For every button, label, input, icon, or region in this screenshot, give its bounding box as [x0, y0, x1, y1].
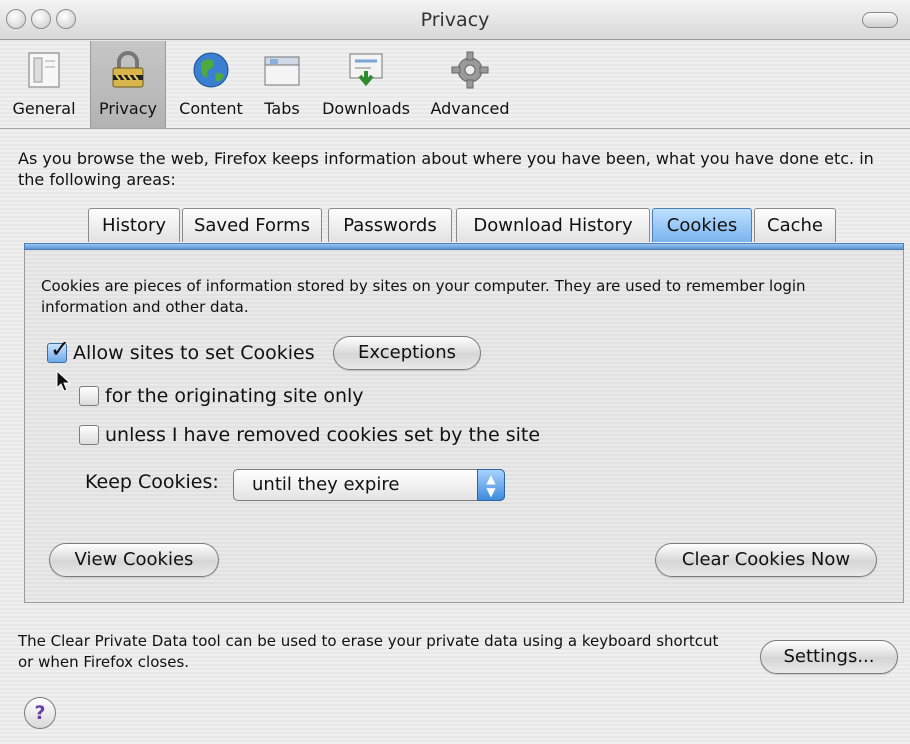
downloads-icon — [349, 53, 383, 87]
toolbar-label-general: General — [12, 99, 76, 118]
toolbar-advanced[interactable]: Advanced — [424, 41, 516, 128]
unless-removed-row: unless I have removed cookies set by the… — [79, 424, 540, 446]
toolbar-label-downloads: Downloads — [322, 99, 410, 118]
toolbar-tabs[interactable]: Tabs — [256, 41, 308, 128]
tab-cookies[interactable]: Cookies — [652, 208, 752, 242]
keep-cookies-value: until they expire — [252, 474, 400, 495]
toolbar-toggle-button[interactable] — [862, 12, 898, 28]
tab-download-history[interactable]: Download History — [456, 208, 650, 242]
window-title: Privacy — [420, 9, 490, 31]
help-button[interactable]: ? — [24, 697, 56, 729]
tab-divider — [24, 243, 904, 250]
originating-site-checkbox[interactable] — [79, 386, 99, 406]
toolbar-label-content: Content — [179, 99, 243, 118]
exceptions-button[interactable]: Exceptions — [333, 336, 481, 370]
settings-button[interactable]: Settings... — [760, 640, 898, 674]
view-cookies-button[interactable]: View Cookies — [49, 543, 219, 577]
allow-cookies-row: ✓ Allow sites to set Cookies — [47, 337, 315, 364]
toolbar-downloads[interactable]: Downloads — [314, 41, 418, 128]
keep-cookies-select[interactable]: until they expire ▲ ▼ — [233, 469, 505, 501]
tab-history[interactable]: History — [88, 208, 180, 242]
toolbar-general[interactable]: General — [4, 41, 84, 128]
originating-site-row: for the originating site only — [79, 385, 364, 407]
mouse-pointer-icon — [56, 370, 72, 392]
select-arrows-icon: ▲ ▼ — [477, 469, 505, 501]
general-icon — [28, 52, 60, 88]
tab-passwords[interactable]: Passwords — [328, 208, 452, 242]
gear-icon — [451, 51, 489, 89]
toolbar-label-advanced: Advanced — [430, 99, 510, 118]
clear-cookies-now-button[interactable]: Clear Cookies Now — [655, 543, 877, 577]
cookies-panel: Cookies are pieces of information stored… — [24, 250, 904, 603]
privacy-lock-icon — [112, 51, 144, 88]
toolbar-label-tabs: Tabs — [264, 99, 300, 118]
title-bar: Privacy — [0, 0, 910, 40]
clear-private-data-text: The Clear Private Data tool can be used … — [18, 632, 719, 671]
unless-removed-label: unless I have removed cookies set by the… — [105, 424, 541, 446]
cookies-description: Cookies are pieces of information stored… — [41, 277, 806, 316]
tab-saved-forms[interactable]: Saved Forms — [182, 208, 322, 242]
tab-cache[interactable]: Cache — [754, 208, 836, 242]
originating-site-label: for the originating site only — [105, 385, 364, 407]
privacy-intro-text: As you browse the web, Firefox keeps inf… — [18, 149, 874, 189]
toolbar-content[interactable]: Content — [170, 41, 252, 128]
toolbar-privacy[interactable]: Privacy — [90, 41, 166, 128]
keep-cookies-label: Keep Cookies: — [85, 471, 219, 493]
tabs-window-icon — [264, 56, 300, 86]
allow-cookies-checkbox[interactable]: ✓ — [47, 337, 70, 363]
keep-cookies-row: Keep Cookies: — [85, 471, 219, 493]
toolbar-label-privacy: Privacy — [99, 99, 157, 118]
checkmark-icon: ✓ — [50, 335, 71, 363]
unless-removed-checkbox[interactable] — [79, 425, 99, 445]
preferences-toolbar: General Privacy Content Tabs Downloads A… — [0, 41, 910, 129]
globe-icon — [193, 52, 229, 88]
allow-cookies-label: Allow sites to set Cookies — [73, 342, 315, 364]
